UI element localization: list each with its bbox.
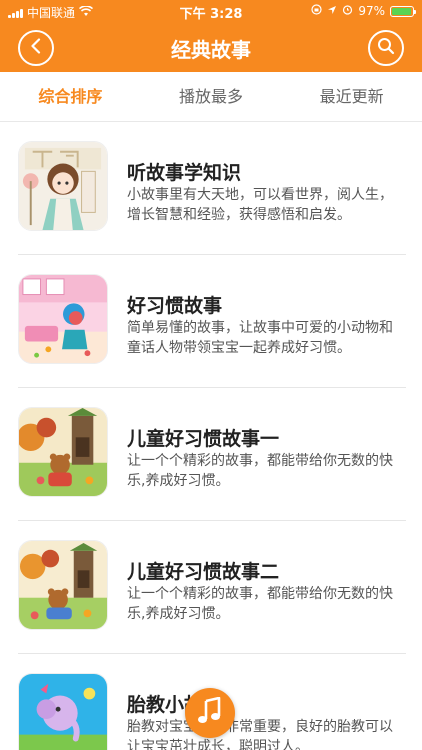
- list-item[interactable]: 好习惯故事 简单易懂的故事，让故事中可爱的小动物和童话人物带领宝宝一起养成好习惯…: [0, 255, 422, 388]
- story-description: 让一个个精彩的故事，都能带给你无数的快乐,养成好习惯。: [127, 453, 393, 489]
- story-description: 小故事里有大天地，可以看世界，阅人生，增长智慧和经验，获得感悟和启发。: [127, 187, 393, 223]
- story-thumbnail: [18, 407, 108, 497]
- music-note-icon: [197, 696, 223, 729]
- music-player-button[interactable]: [185, 688, 235, 738]
- story-title: 儿童好习惯故事一: [127, 428, 280, 450]
- story-title: 儿童好习惯故事二: [127, 561, 280, 583]
- story-title: 好习惯故事: [127, 295, 223, 317]
- tab-recently-updated[interactable]: 最近更新: [281, 72, 422, 121]
- girl-scholar-illustration: [19, 142, 107, 230]
- header: 中国联通 下午 3:28 97% 经典故事: [0, 0, 422, 72]
- status-right: 97%: [311, 4, 416, 18]
- battery-icon: [390, 5, 416, 17]
- forest-bear-illustration: [19, 408, 107, 496]
- alarm-icon: [342, 4, 353, 18]
- list-item[interactable]: 儿童好习惯故事二 让一个个精彩的故事，都能带给你无数的快乐,养成好习惯。: [0, 521, 422, 654]
- story-list: 听故事学知识 小故事里有大天地，可以看世界，阅人生，增长智慧和经验，获得感悟和启…: [0, 122, 422, 750]
- location-icon: [327, 4, 337, 18]
- list-item[interactable]: 儿童好习惯故事一 让一个个精彩的故事，都能带给你无数的快乐,养成好习惯。: [0, 388, 422, 521]
- tab-comprehensive[interactable]: 综合排序: [0, 72, 141, 121]
- story-description: 简单易懂的故事，让故事中可爱的小动物和童话人物带领宝宝一起养成好习惯。: [127, 320, 393, 356]
- elephant-illustration: [19, 674, 107, 750]
- list-item[interactable]: 听故事学知识 小故事里有大天地，可以看世界，阅人生，增长智慧和经验，获得感悟和启…: [0, 122, 422, 255]
- page-title: 经典故事: [171, 38, 251, 62]
- lock-rotation-icon: [311, 4, 322, 18]
- tab-most-played[interactable]: 播放最多: [141, 72, 282, 121]
- story-description: 胎教对宝宝成长非常重要，良好的胎教可以让宝宝茁壮成长，聪明过人。: [127, 719, 393, 750]
- battery-percent: 97%: [358, 4, 385, 18]
- sort-tabs: 综合排序 播放最多 最近更新: [0, 72, 422, 122]
- battery-fill: [392, 7, 412, 15]
- pink-room-illustration: [19, 275, 107, 363]
- status-bar: 中国联通 下午 3:28 97%: [0, 0, 422, 22]
- story-description: 让一个个精彩的故事，都能带给你无数的快乐,养成好习惯。: [127, 586, 393, 622]
- story-thumbnail: [18, 141, 108, 231]
- story-thumbnail: [18, 673, 108, 750]
- search-button[interactable]: [368, 30, 404, 66]
- forest-bear-illustration: [19, 541, 107, 629]
- story-thumbnail: [18, 274, 108, 364]
- story-thumbnail: [18, 540, 108, 630]
- navigation-bar: 经典故事: [0, 22, 422, 72]
- story-title: 听故事学知识: [127, 162, 242, 184]
- search-icon: [377, 37, 395, 59]
